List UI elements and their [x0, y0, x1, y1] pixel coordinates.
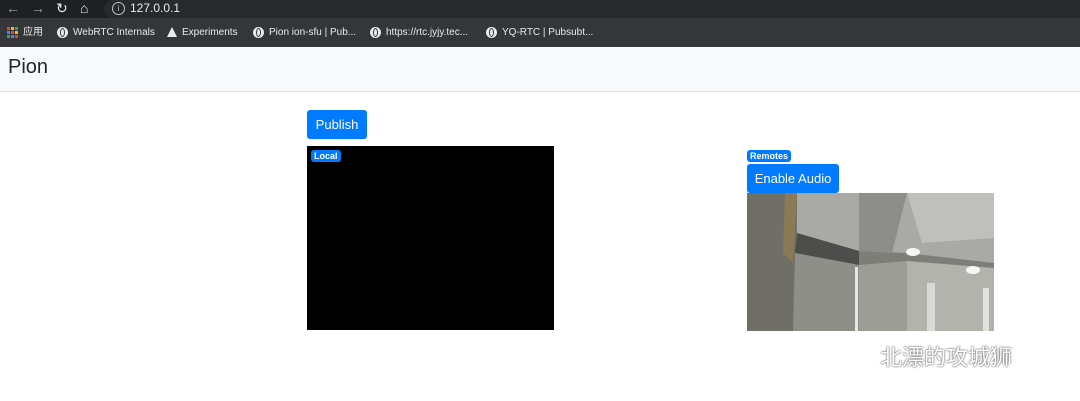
address-bar[interactable] — [104, 0, 1080, 18]
bookmark-webrtc-internals[interactable]: WebRTC Internals — [57, 18, 155, 47]
bookmark-experiments[interactable]: Experiments — [167, 18, 238, 47]
globe-icon — [57, 26, 68, 38]
reload-icon[interactable]: ↻ — [56, 0, 68, 18]
bookmarks-bar: 应用 WebRTC Internals Experiments Pion ion… — [0, 18, 1080, 47]
url-text[interactable]: 127.0.0.1 — [130, 1, 180, 15]
globe-icon — [370, 26, 381, 38]
wechat-icon — [828, 343, 870, 368]
site-info-icon[interactable]: i — [112, 2, 125, 15]
watermark-text: 北漂的攻城狮 — [880, 346, 1013, 371]
local-video: Local — [307, 146, 554, 330]
bookmark-label: 应用 — [23, 27, 43, 38]
bookmark-label: Experiments — [182, 27, 238, 38]
apps-grid-icon — [7, 26, 18, 38]
forward-arrow-icon[interactable]: → — [31, 0, 45, 18]
globe-icon — [253, 26, 264, 38]
back-arrow-icon[interactable]: ← — [6, 0, 20, 18]
remote-video — [747, 193, 994, 331]
bookmark-rtc-jyjy[interactable]: https://rtc.jyjy.tec... — [370, 18, 468, 47]
bookmark-apps[interactable]: 应用 — [7, 18, 43, 47]
bookmark-label: YQ-RTC | Pubsubt... — [502, 27, 594, 38]
home-icon[interactable]: ⌂ — [80, 0, 88, 18]
bookmark-label: https://rtc.jyjy.tec... — [386, 27, 469, 38]
navbar: Pion — [0, 47, 1080, 92]
navbar-brand[interactable]: Pion — [8, 56, 48, 79]
bookmark-label: WebRTC Internals — [73, 27, 155, 38]
bookmark-label: Pion ion-sfu | Pub... — [269, 27, 357, 38]
publish-button[interactable]: Publish — [307, 110, 367, 139]
bookmark-yq-rtc[interactable]: YQ-RTC | Pubsubt... — [486, 18, 593, 47]
local-badge: Local — [311, 150, 341, 162]
browser-toolbar: ← → ↻ ⌂ i 127.0.0.1 — [0, 0, 1080, 18]
remotes-badge: Remotes — [747, 150, 792, 162]
bookmark-pion-ion-sfu[interactable]: Pion ion-sfu | Pub... — [253, 18, 356, 47]
flask-icon — [167, 27, 177, 38]
remote-video-frame — [747, 193, 994, 331]
globe-icon — [486, 26, 497, 38]
enable-audio-button[interactable]: Enable Audio — [747, 164, 839, 193]
